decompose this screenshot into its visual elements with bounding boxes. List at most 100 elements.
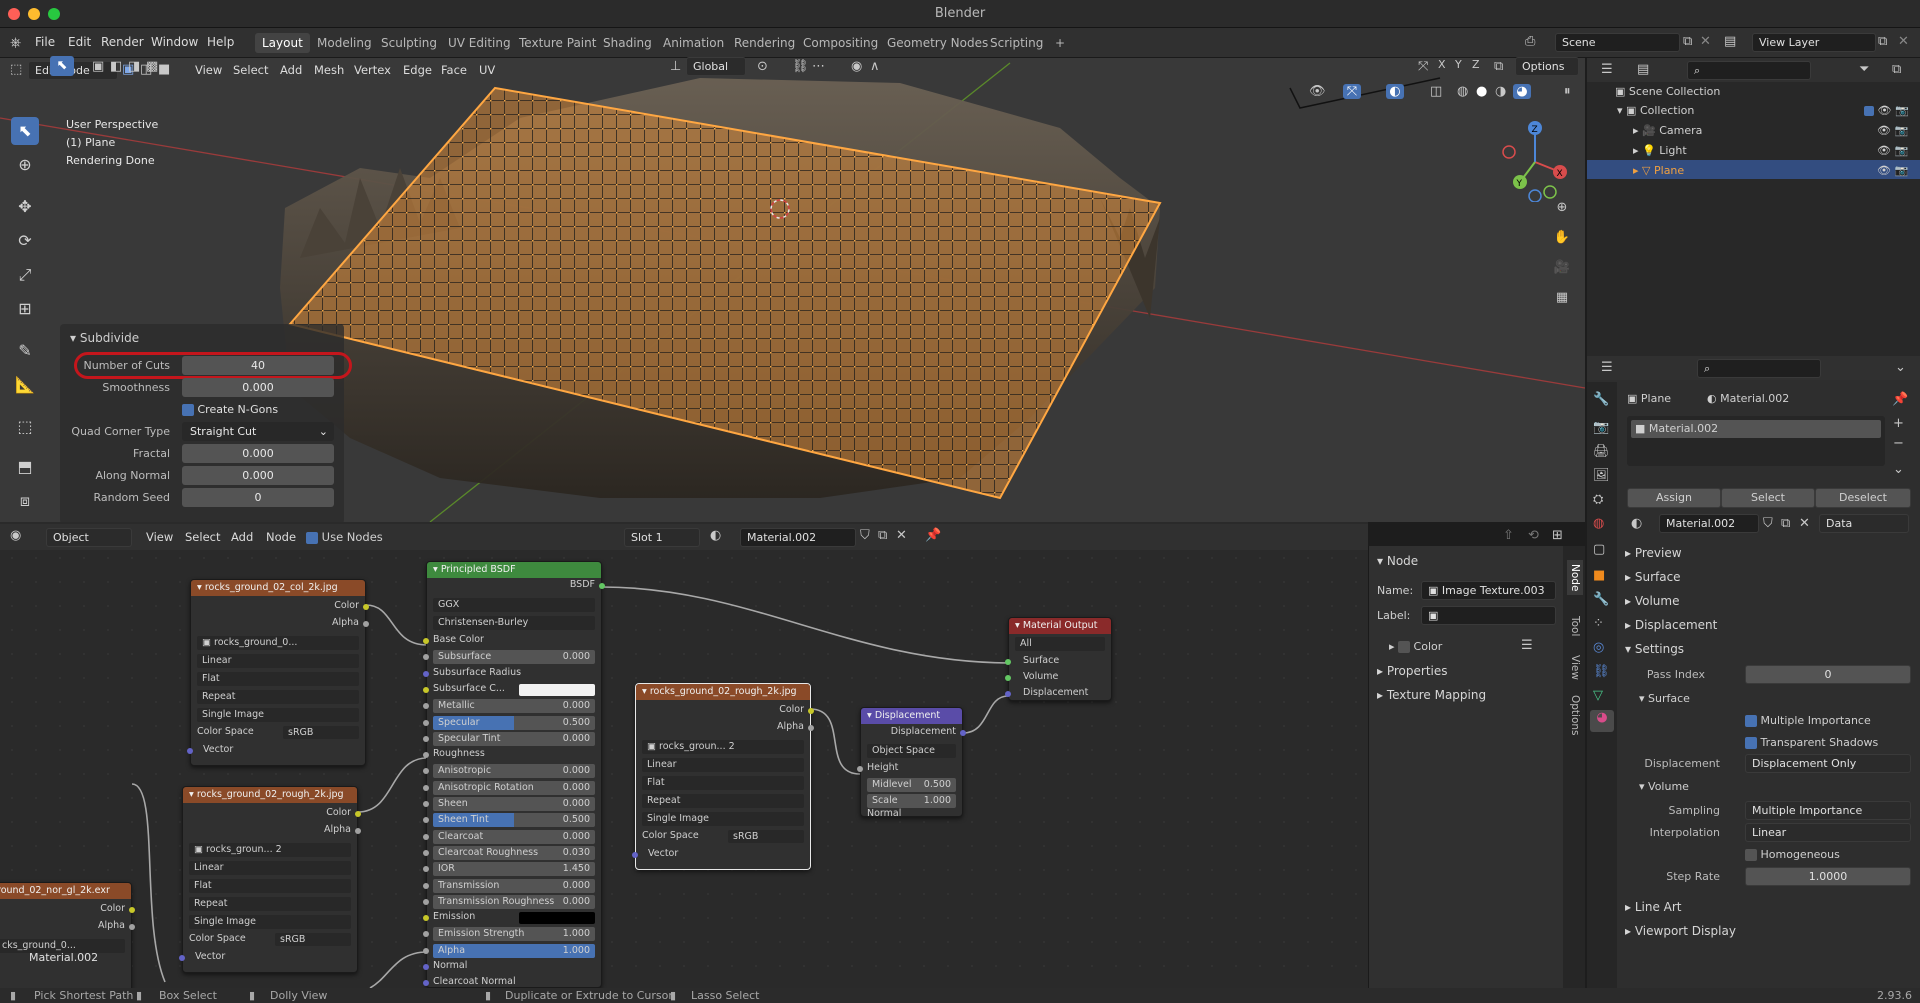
- interpolation-dropdown[interactable]: Linear: [642, 758, 804, 772]
- bsdf-input-socket[interactable]: [423, 752, 429, 759]
- displacement-output-socket[interactable]: [960, 730, 966, 736]
- viewport-display-panel-header[interactable]: ▸ Viewport Display: [1625, 924, 1736, 938]
- output-tab-icon[interactable]: 🖨: [1593, 444, 1610, 459]
- smoothness-field[interactable]: 0.000: [182, 378, 334, 397]
- new-view-layer-icon[interactable]: ⧉: [1878, 34, 1887, 49]
- transparent-shadows-checkbox[interactable]: Transparent Shadows: [1745, 736, 1878, 749]
- surface-input-socket[interactable]: [1005, 659, 1011, 665]
- workspace-tab-scripting[interactable]: Scripting: [983, 33, 1050, 53]
- texture-mapping-section-header[interactable]: ▸ Texture Mapping: [1377, 688, 1486, 702]
- world-tab-icon[interactable]: ◍: [1593, 516, 1604, 531]
- sidebar-tab-node[interactable]: Node: [1567, 560, 1583, 596]
- bsdf-input-emission-strength[interactable]: Emission Strength 1.000: [433, 927, 595, 942]
- wireframe-shading-icon[interactable]: ◍: [1457, 84, 1468, 99]
- bsdf-input-transmission-roughness[interactable]: Transmission Roughness 0.000: [433, 894, 595, 909]
- fake-user-icon[interactable]: ⛉: [1763, 516, 1773, 531]
- bsdf-input-subsurface-radius[interactable]: Subsurface Radius: [433, 666, 595, 681]
- constraints-tab-icon[interactable]: ⛓: [1593, 664, 1610, 679]
- inset-tool-icon[interactable]: ⧈: [11, 487, 39, 515]
- shader-node-editor[interactable]: ▾ rocks_ground_02_col_2k.jpg Color Alpha…: [0, 522, 1368, 988]
- multiple-importance-checkbox[interactable]: Multiple Importance: [1745, 714, 1871, 727]
- deselect-button[interactable]: Deselect: [1815, 488, 1911, 508]
- editor-type-icon[interactable]: ◉: [10, 528, 21, 543]
- light-visibility-icons[interactable]: 👁 📷: [1877, 144, 1908, 157]
- object-tab-icon[interactable]: ■: [1593, 568, 1605, 583]
- filter-icon[interactable]: ⏷: [1859, 62, 1869, 77]
- node-section-header[interactable]: ▾ Node: [1377, 554, 1418, 568]
- bsdf-input-clearcoat[interactable]: Clearcoat 0.000: [433, 829, 595, 844]
- delete-view-layer-icon[interactable]: ✕: [1898, 34, 1909, 49]
- workspace-tab-shading[interactable]: Shading: [596, 33, 659, 53]
- workspace-tab-sculpting[interactable]: Sculpting: [374, 33, 444, 53]
- interpolation-dropdown[interactable]: Linear: [189, 861, 351, 875]
- select-mode-extend-icon[interactable]: ◧: [110, 59, 122, 74]
- displacement-method-dropdown[interactable]: Displacement Only: [1745, 754, 1911, 773]
- material-tab-icon[interactable]: ◕: [1590, 710, 1614, 732]
- bsdf-input-socket[interactable]: [423, 784, 429, 791]
- select-mode-intersect-icon[interactable]: ▩: [146, 59, 158, 74]
- particles-tab-icon[interactable]: ⁘: [1593, 616, 1604, 631]
- extrude-tool-icon[interactable]: ⬒: [11, 453, 39, 481]
- mirror-y-toggle[interactable]: Y: [1455, 58, 1462, 71]
- bsdf-input-socket[interactable]: [423, 719, 429, 726]
- orientation-selector[interactable]: Global: [686, 57, 746, 76]
- workspace-tab-texture-paint[interactable]: Texture Paint: [512, 33, 603, 53]
- menu-edit[interactable]: Edit: [68, 35, 91, 49]
- node-header[interactable]: ▾ rocks_ground_02_rough_2k.jpg: [183, 787, 357, 803]
- color-space-dropdown[interactable]: sRGB: [728, 830, 804, 843]
- subsurface-color-swatch[interactable]: [519, 683, 595, 696]
- slot-selector[interactable]: Slot 1: [624, 528, 700, 547]
- snap-node-icon[interactable]: ⟲: [1528, 528, 1539, 543]
- pivot-point-icon[interactable]: ⊙: [757, 59, 768, 74]
- ortho-grid-icon[interactable]: ▦: [1550, 290, 1574, 305]
- sidebar-tab-options[interactable]: Options: [1567, 691, 1583, 740]
- parent-node-tree-icon[interactable]: ⇧: [1503, 528, 1514, 543]
- object-type-selector[interactable]: Object: [46, 528, 132, 547]
- blender-logo-icon[interactable]: ⎈: [10, 35, 21, 51]
- vector-input-socket[interactable]: [187, 748, 193, 754]
- material-datablock-field[interactable]: Material.002: [1659, 514, 1759, 533]
- node-menu-view[interactable]: View: [146, 530, 173, 544]
- new-collection-icon[interactable]: ⧉: [1892, 62, 1901, 77]
- annotate-tool-icon[interactable]: ✎: [11, 337, 39, 365]
- displacement-panel-header[interactable]: ▸ Displacement: [1625, 618, 1717, 632]
- fractal-field[interactable]: 0.000: [182, 444, 334, 463]
- material-name-field[interactable]: Material.002: [740, 528, 856, 547]
- workspace-tab-compositing[interactable]: Compositing: [796, 33, 885, 53]
- orientation-icon[interactable]: ⊥: [670, 59, 681, 74]
- bsdf-input-subsurface[interactable]: Subsurface 0.000: [433, 650, 595, 665]
- render-tab-icon[interactable]: 📷: [1593, 420, 1609, 435]
- editor-type-icon[interactable]: ☰: [1601, 62, 1613, 77]
- image-texture-node-roughness-selected[interactable]: ▾ rocks_ground_02_rough_2k.jpg Color Alp…: [632, 683, 814, 870]
- extension-dropdown[interactable]: Repeat: [189, 897, 351, 911]
- subdivide-panel-header[interactable]: ▾ Subdivide: [70, 331, 139, 345]
- bsdf-input-socket[interactable]: [423, 833, 429, 840]
- vector-input-socket[interactable]: [179, 955, 185, 961]
- toggle-sidebar-icon[interactable]: ⏸: [1564, 84, 1571, 99]
- node-menu-add[interactable]: Add: [231, 530, 253, 544]
- source-dropdown[interactable]: Single Image: [197, 708, 359, 722]
- proportional-falloff-icon[interactable]: ∧: [870, 59, 880, 74]
- node-header[interactable]: round_02_nor_gl_2k.exr: [0, 883, 131, 899]
- move-tool-icon[interactable]: ✥: [11, 193, 39, 221]
- menu-help[interactable]: Help: [207, 35, 234, 49]
- collection-row[interactable]: ▾ ▣ Collection: [1617, 104, 1694, 117]
- bsdf-input-socket[interactable]: [423, 686, 429, 693]
- bsdf-input-metallic[interactable]: Metallic 0.000: [433, 699, 595, 714]
- scene-collection-row[interactable]: ▣ Scene Collection: [1615, 85, 1720, 98]
- measure-tool-icon[interactable]: 📐: [11, 371, 39, 399]
- view-layer-icon[interactable]: ▤: [1724, 34, 1736, 49]
- alpha-output-socket[interactable]: [355, 828, 361, 834]
- along-normal-field[interactable]: 0.000: [182, 466, 334, 485]
- snap-icon[interactable]: ⛓: [792, 59, 809, 74]
- select-mode-new-icon[interactable]: ▣: [92, 59, 104, 74]
- bsdf-input-socket[interactable]: [423, 947, 429, 954]
- bsdf-input-socket[interactable]: [423, 931, 429, 938]
- editor-type-icon[interactable]: ☰: [1601, 360, 1613, 375]
- solid-shading-icon[interactable]: ●: [1476, 84, 1487, 99]
- color-space-dropdown[interactable]: sRGB: [283, 726, 359, 739]
- properties-search-input[interactable]: ⌕: [1697, 359, 1821, 378]
- workspace-tab-animation[interactable]: Animation: [656, 33, 731, 53]
- bsdf-input-socket[interactable]: [423, 735, 429, 742]
- menu-file[interactable]: File: [35, 35, 55, 49]
